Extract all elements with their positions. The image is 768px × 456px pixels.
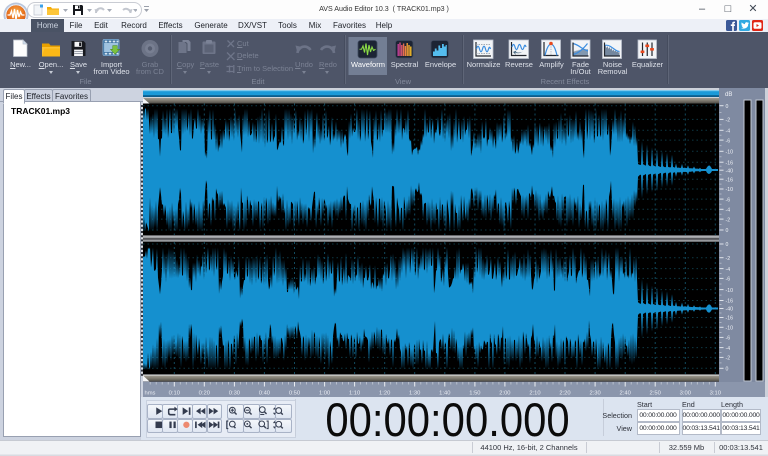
svg-text:-16: -16 bbox=[726, 160, 734, 166]
svg-text:-4: -4 bbox=[726, 208, 731, 214]
svg-text:0:30: 0:30 bbox=[229, 391, 240, 397]
svg-text:-40: -40 bbox=[726, 168, 734, 174]
svg-text:2:50: 2:50 bbox=[650, 391, 661, 397]
svg-text:0: 0 bbox=[726, 242, 729, 248]
svg-text:-6: -6 bbox=[726, 336, 731, 342]
svg-text:-10: -10 bbox=[726, 187, 734, 193]
svg-text:-4: -4 bbox=[726, 346, 731, 352]
svg-text:hms: hms bbox=[145, 391, 156, 397]
svg-text:-2: -2 bbox=[726, 256, 731, 262]
svg-text:2:40: 2:40 bbox=[620, 391, 631, 397]
svg-text:-10: -10 bbox=[726, 288, 734, 294]
svg-text:-4: -4 bbox=[726, 267, 731, 273]
svg-text:0:40: 0:40 bbox=[259, 391, 270, 397]
svg-text:2:30: 2:30 bbox=[589, 391, 600, 397]
svg-text:-16: -16 bbox=[726, 316, 734, 322]
svg-text:-10: -10 bbox=[726, 326, 734, 332]
svg-text:-2: -2 bbox=[726, 356, 731, 362]
svg-text:-6: -6 bbox=[726, 138, 731, 144]
svg-text:-2: -2 bbox=[726, 217, 731, 223]
svg-text:-6: -6 bbox=[726, 277, 731, 283]
svg-text:3:10: 3:10 bbox=[710, 391, 721, 397]
svg-text:-2: -2 bbox=[726, 118, 731, 124]
svg-text:dB: dB bbox=[725, 92, 732, 98]
svg-text:0: 0 bbox=[726, 104, 729, 110]
svg-text:0: 0 bbox=[726, 228, 729, 234]
svg-text:-10: -10 bbox=[726, 150, 734, 156]
svg-text:-40: -40 bbox=[726, 307, 734, 313]
svg-text:0:10: 0:10 bbox=[169, 391, 180, 397]
svg-text:0:50: 0:50 bbox=[289, 391, 300, 397]
svg-text:-16: -16 bbox=[726, 299, 734, 305]
svg-text:0:20: 0:20 bbox=[199, 391, 210, 397]
svg-text:0: 0 bbox=[726, 367, 729, 373]
svg-text:-4: -4 bbox=[726, 129, 731, 135]
svg-text:3:00: 3:00 bbox=[680, 391, 691, 397]
svg-text:-16: -16 bbox=[726, 177, 734, 183]
svg-text:-6: -6 bbox=[726, 197, 731, 203]
